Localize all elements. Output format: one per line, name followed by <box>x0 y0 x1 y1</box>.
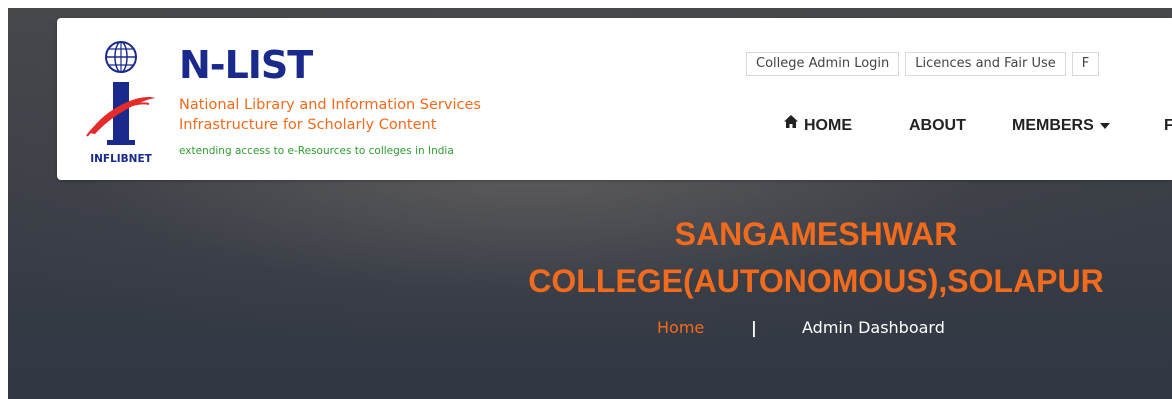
college-title-line-2: COLLEGE(AUTONOMOUS),SOLAPUR <box>528 263 1104 299</box>
breadcrumb-separator: | <box>751 318 757 337</box>
brand-line-1: National Library and Information Service… <box>179 97 481 113</box>
nav-partial-label: F <box>1164 117 1172 134</box>
breadcrumb-home-link[interactable]: Home <box>657 317 704 339</box>
main-nav: HOME ABOUT MEMBERS F <box>57 114 1172 138</box>
nav-about-label: ABOUT <box>909 117 966 134</box>
brand-name: N-LIST <box>179 43 313 87</box>
licences-fair-use-link[interactable]: Licences and Fair Use <box>905 52 1066 76</box>
nav-home-label: HOME <box>804 117 852 134</box>
nav-partial-item[interactable]: F <box>1164 114 1172 138</box>
caret-down-icon <box>1099 113 1110 137</box>
top-links-bar: College Admin Login Licences and Fair Us… <box>746 52 1100 76</box>
inflibnet-logo-text: INFLIBNET <box>90 153 152 165</box>
home-icon <box>784 112 798 136</box>
site-header: INFLIBNET N-LIST National Library and In… <box>57 18 1172 180</box>
hero-section: INFLIBNET N-LIST National Library and In… <box>8 8 1172 399</box>
inflibnet-logo[interactable]: INFLIBNET <box>85 38 157 168</box>
top-link-partial[interactable]: F <box>1071 52 1100 76</box>
nav-members-label: MEMBERS <box>1012 117 1094 134</box>
college-admin-login-link[interactable]: College Admin Login <box>746 52 900 76</box>
nav-members[interactable]: MEMBERS <box>1012 114 1110 138</box>
breadcrumb-current: Admin Dashboard <box>802 318 945 337</box>
college-title-line-1: SANGAMESHWAR <box>674 216 958 252</box>
brand-tagline: extending access to e-Resources to colle… <box>179 145 454 157</box>
breadcrumb: Home | Admin Dashboard <box>8 317 1172 341</box>
nav-home[interactable]: HOME <box>784 114 852 138</box>
nav-about[interactable]: ABOUT <box>909 114 966 138</box>
